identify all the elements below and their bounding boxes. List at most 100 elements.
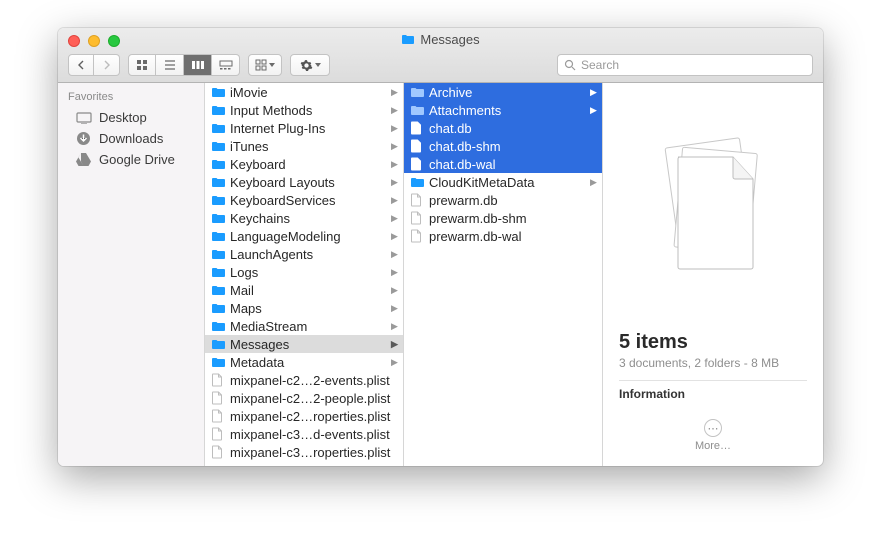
row-label: Internet Plug-Ins [230,121,391,136]
chevron-right-icon: ▶ [391,159,399,170]
preview-pane: 5 items 3 documents, 2 folders - 8 MB In… [603,83,823,466]
column-2[interactable]: Archive▶Attachments▶chat.db chat.db-shmch… [404,83,603,466]
folder-row[interactable]: Logs▶ [205,263,403,281]
chevron-right-icon: ▶ [391,87,399,98]
sidebar-item[interactable]: Downloads [58,128,204,149]
file-row[interactable]: chat.db-wal [404,155,602,173]
folder-icon [211,321,227,332]
folder-row[interactable]: Maps▶ [205,299,403,317]
file-row[interactable]: mixpanel-c3…d-events.plist [205,425,403,443]
row-label: mixpanel-c3…roperties.plist [230,445,399,460]
folder-row[interactable]: CloudKitMetaData▶ [404,173,602,191]
file-row[interactable]: chat.db [404,119,602,137]
folder-icon [211,231,227,242]
row-label: iMovie [230,85,391,100]
folder-icon [211,339,227,350]
row-label: Metadata [230,355,391,370]
folder-row[interactable]: Attachments▶ [404,101,602,119]
preview-more[interactable]: ⋯ More… [603,409,823,466]
row-label: Input Methods [230,103,391,118]
row-label: iTunes [230,139,391,154]
close-button[interactable] [68,35,80,47]
folder-row[interactable]: Metadata▶ [205,353,403,371]
file-row[interactable]: mixpanel-c3…roperties.plist [205,443,403,461]
chevron-right-icon: ▶ [391,303,399,314]
row-label: LanguageModeling [230,229,391,244]
folder-icon [211,105,227,116]
folder-row[interactable]: Mail▶ [205,281,403,299]
row-label: mixpanel-c2…2-people.plist [230,391,399,406]
file-icon [410,193,426,207]
row-label: Maps [230,301,391,316]
chevron-right-icon: ▶ [590,177,598,188]
folder-row[interactable]: LanguageModeling▶ [205,227,403,245]
chevron-down-icon [315,63,321,67]
gear-icon [300,59,313,72]
file-icon [211,373,227,387]
row-label: chat.db-shm [429,139,598,154]
folder-row[interactable]: Keyboard Layouts▶ [205,173,403,191]
folder-row[interactable]: KeyboardServices▶ [205,191,403,209]
folder-icon [211,87,227,98]
folder-row[interactable]: Keychains▶ [205,209,403,227]
folder-row[interactable]: Input Methods▶ [205,101,403,119]
file-icon [211,409,227,423]
more-icon: ⋯ [704,419,722,437]
search-input[interactable]: Search [557,54,813,76]
row-label: Keychains [230,211,391,226]
chevron-right-icon: ▶ [391,321,399,332]
chevron-right-icon: ▶ [391,177,399,188]
file-row[interactable]: mixpanel-c2…2-people.plist [205,389,403,407]
forward-button[interactable] [94,54,120,76]
minimize-button[interactable] [88,35,100,47]
row-label: Logs [230,265,391,280]
action-button[interactable] [290,54,330,76]
folder-icon [401,34,415,45]
window-title-text: Messages [420,32,479,47]
folder-icon [410,87,426,98]
folder-row[interactable]: Archive▶ [404,83,602,101]
file-row[interactable]: mixpanel-c2…roperties.plist [205,407,403,425]
chevron-right-icon: ▶ [391,141,399,152]
view-icon-button[interactable] [128,54,156,76]
chevron-right-icon: ▶ [391,231,399,242]
file-row[interactable]: prewarm.db-shm [404,209,602,227]
back-button[interactable] [68,54,94,76]
chevron-right-icon: ▶ [590,105,598,116]
folder-row[interactable]: iMovie▶ [205,83,403,101]
sidebar-header: Favorites [58,89,204,107]
sidebar-item-label: Desktop [99,110,147,125]
view-list-button[interactable] [156,54,184,76]
gdrive-icon [76,153,92,166]
folder-row[interactable]: Keyboard▶ [205,155,403,173]
file-icon [211,427,227,441]
preview-info-header: Information [619,387,807,401]
view-gallery-button[interactable] [212,54,240,76]
file-row[interactable]: mixpanel-c2…2-events.plist [205,371,403,389]
row-label: MediaStream [230,319,391,334]
file-icon [410,121,426,135]
row-label: CloudKitMetaData [429,175,590,190]
file-row[interactable]: prewarm.db [404,191,602,209]
downloads-icon [76,131,92,146]
file-row[interactable]: prewarm.db-wal [404,227,602,245]
sidebar-item[interactable]: Desktop [58,107,204,128]
folder-row[interactable]: LaunchAgents▶ [205,245,403,263]
documents-stack-icon [648,122,778,282]
folder-row[interactable]: Messages▶ [205,335,403,353]
folder-icon [211,303,227,314]
row-label: LaunchAgents [230,247,391,262]
column-1[interactable]: iMovie▶Input Methods▶Internet Plug-Ins▶i… [205,83,404,466]
file-row[interactable]: chat.db-shm [404,137,602,155]
maximize-button[interactable] [108,35,120,47]
view-buttons [128,54,240,76]
chevron-down-icon [269,63,275,67]
arrange-button[interactable] [248,54,282,76]
folder-row[interactable]: Internet Plug-Ins▶ [205,119,403,137]
sidebar-item[interactable]: Google Drive [58,149,204,170]
preview-title: 5 items [619,331,807,354]
folder-row[interactable]: iTunes▶ [205,137,403,155]
view-column-button[interactable] [184,54,212,76]
file-icon [211,391,227,405]
folder-row[interactable]: MediaStream▶ [205,317,403,335]
